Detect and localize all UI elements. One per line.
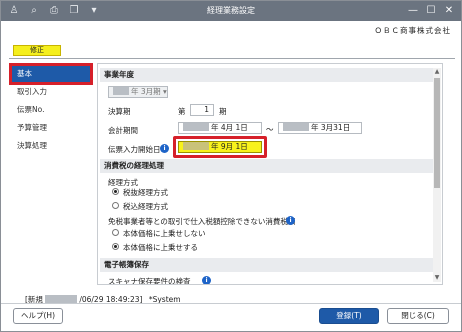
term-separator: ～ xyxy=(266,125,274,134)
section-ebook-heading: 電子帳簿保存 xyxy=(100,258,436,272)
close-window-button[interactable]: ✕ xyxy=(441,3,457,19)
term-start-input[interactable]: 年 4月 1日 xyxy=(178,122,262,134)
maximize-button[interactable]: ☐ xyxy=(423,3,439,19)
mode-badge: 修正 xyxy=(13,45,61,56)
settings-panel: 事業年度 年 3月期 ▾ 決算期 第 1 期 会計期間 年 4月 1日 ～ 年 … xyxy=(97,63,443,285)
exempt-no-add-radio[interactable] xyxy=(112,229,119,236)
save-button[interactable]: 登録(T) xyxy=(319,308,379,324)
sidebar-item-closing[interactable]: 決算処理 xyxy=(11,137,91,155)
redacted-year xyxy=(183,123,209,131)
company-name: ＯＢＣ商事株式会社 xyxy=(374,26,451,35)
mode-divider xyxy=(9,58,455,59)
exempt-no-add-label: 本体価格に上乗せしない xyxy=(123,229,206,238)
scroll-thumb[interactable] xyxy=(434,78,440,188)
sidebar-item-budget[interactable]: 予算管理 xyxy=(11,119,91,137)
sidebar-item-voucher-no[interactable]: 伝票No. xyxy=(11,101,91,119)
tax-exclusive-radio[interactable] xyxy=(112,188,119,195)
scroll-down-arrow-icon[interactable]: ▼ xyxy=(433,274,441,282)
period-prefix: 第 xyxy=(178,107,186,116)
redacted-year xyxy=(283,123,309,131)
info-icon[interactable]: i xyxy=(202,276,211,284)
footer-divider xyxy=(1,303,461,304)
redacted-year xyxy=(45,295,78,303)
close-button[interactable]: 閉じる(C) xyxy=(387,308,449,324)
exempt-add-radio[interactable] xyxy=(112,243,119,250)
tax-exclusive-label: 税抜経理方式 xyxy=(123,188,168,197)
section-tax-heading: 消費税の経理処理 xyxy=(100,159,436,173)
window-title: 経理業務設定 xyxy=(207,6,255,15)
scroll-up-arrow-icon[interactable]: ▲ xyxy=(433,68,441,76)
period-input[interactable]: 1 xyxy=(190,104,214,116)
fiscal-year-select[interactable]: 年 3月期 ▾ xyxy=(108,86,168,98)
settings-window: ♙ ⌕ ⎙ ❐ ▾ 経理業務設定 — ☐ ✕ ＯＢＣ商事株式会社 修正 基本 取… xyxy=(0,0,462,332)
sidebar-item-transaction-entry[interactable]: 取引入力 xyxy=(11,83,91,101)
info-icon[interactable]: i xyxy=(160,144,169,153)
period-label: 決算期 xyxy=(108,107,131,116)
sidebar-item-basic[interactable]: 基本 xyxy=(9,63,93,85)
section-fiscal-heading: 事業年度 xyxy=(100,68,436,82)
minimize-button[interactable]: — xyxy=(405,3,421,19)
term-end-input[interactable]: 年 3月31日 xyxy=(278,122,362,134)
vertical-scrollbar[interactable]: ▲ ▼ xyxy=(433,68,441,282)
entry-start-highlight xyxy=(173,136,267,158)
exempt-label: 免税事業者等との取引で仕入税額控除できない消費税額 xyxy=(108,217,296,226)
term-label: 会計期間 xyxy=(108,126,138,135)
scanner-check-label: スキャナ保存要件の検査 xyxy=(108,277,191,285)
title-bar: ♙ ⌕ ⎙ ❐ ▾ 経理業務設定 — ☐ ✕ xyxy=(1,1,461,21)
period-suffix: 期 xyxy=(219,107,227,116)
tax-inclusive-label: 税込経理方式 xyxy=(123,202,168,211)
help-button[interactable]: ヘルプ(H) xyxy=(13,308,63,324)
info-icon[interactable]: i xyxy=(286,216,295,225)
tax-inclusive-radio[interactable] xyxy=(112,202,119,209)
sidebar: 基本 取引入力 伝票No. 予算管理 決算処理 xyxy=(9,63,93,283)
exempt-add-label: 本体価格に上乗せする xyxy=(123,243,198,252)
redacted-year xyxy=(113,87,129,95)
entry-start-label: 伝票入力開始日 xyxy=(108,145,161,154)
